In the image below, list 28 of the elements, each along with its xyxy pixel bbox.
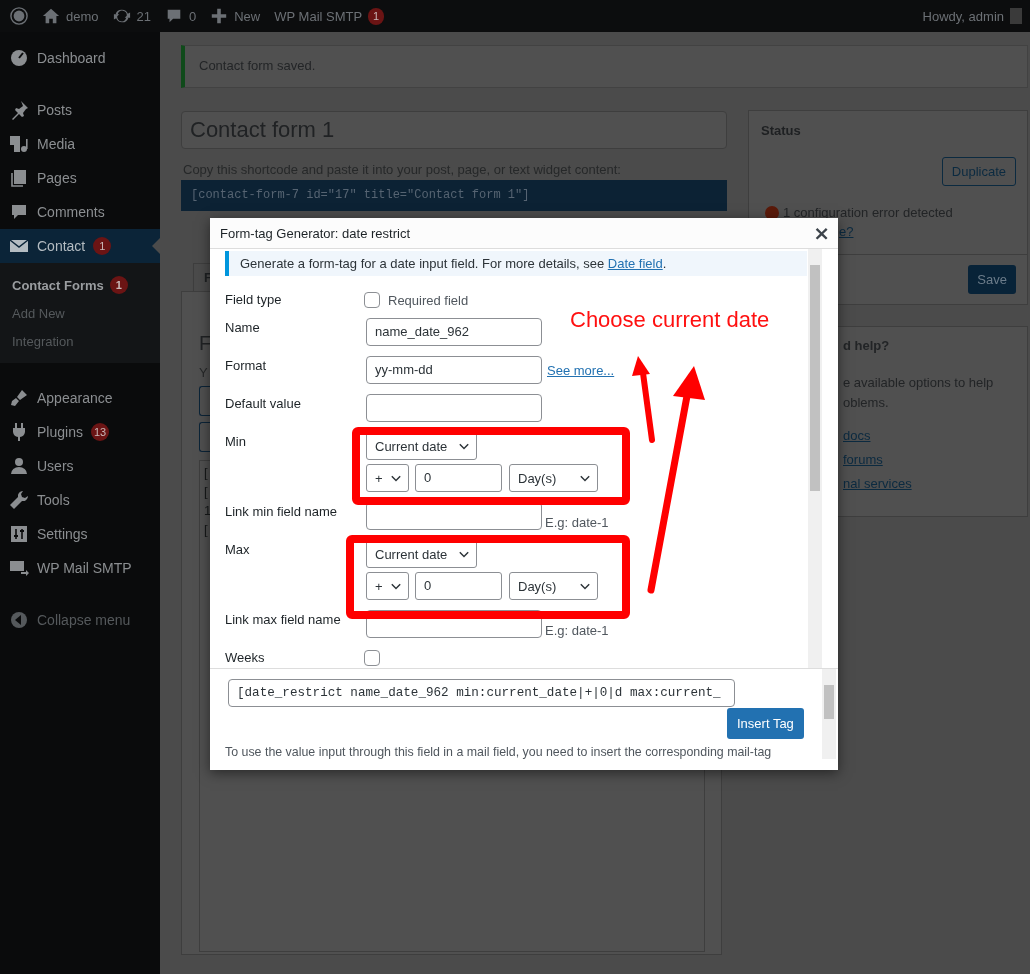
toolbar-label: WP Mail SMTP	[274, 8, 363, 24]
annotation-text: Choose current date	[570, 307, 770, 333]
field-label: Link max field name	[225, 611, 342, 627]
field-label: Min	[225, 433, 247, 449]
field-label: Weeks	[225, 649, 266, 665]
code-text: [	[204, 522, 208, 537]
count-badge: 1	[368, 7, 385, 25]
field-label: Name	[225, 319, 261, 335]
code-text: [	[204, 484, 208, 499]
checkbox-label: Required field	[388, 292, 469, 308]
field-label: Max	[225, 541, 251, 557]
toolbar-label: 0	[189, 8, 197, 24]
field-label: Link min field name	[225, 503, 338, 519]
dialog-title: Form-tag Generator: date restrict	[220, 225, 410, 241]
count-badge: 1	[109, 276, 128, 294]
toolbar-label: 21	[136, 8, 151, 24]
toolbar-label: demo	[66, 8, 99, 24]
count-badge: 1	[93, 237, 112, 255]
mail-tag-note: To use the value input through this field in a mail field, you need to insert the corresponding mail-tag	[225, 745, 772, 759]
hint-text: E.g: date-1	[545, 514, 609, 530]
count-badge: 13	[90, 423, 110, 441]
field-label: Format	[225, 357, 268, 373]
field-label: Field type	[225, 291, 283, 307]
field-label: Default value	[225, 395, 302, 411]
info-text: Generate a form-tag for a date input field. For more details, see Date field.	[240, 256, 667, 271]
hint-text: E.g: date-1	[545, 622, 609, 638]
toolbar-label: New	[234, 8, 261, 24]
code-text: [	[204, 465, 208, 480]
